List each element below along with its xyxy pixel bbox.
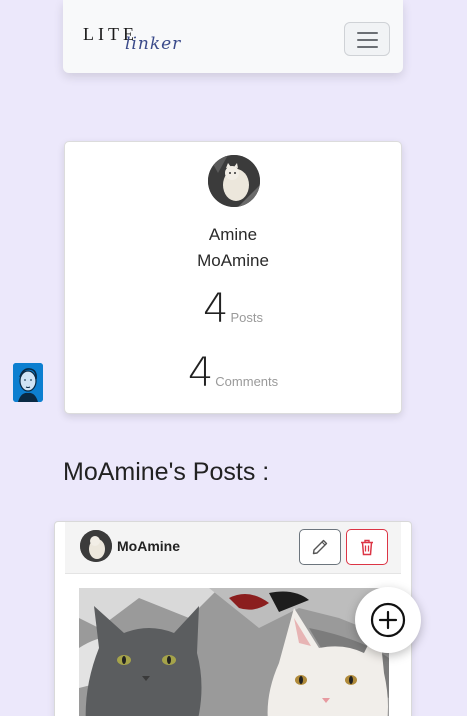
profile-first-name: Amine xyxy=(208,225,258,244)
pencil-icon xyxy=(312,539,328,555)
trash-icon xyxy=(361,539,373,556)
hamburger-line xyxy=(357,39,378,41)
hamburger-line xyxy=(357,46,378,48)
profile-avatar xyxy=(208,155,260,207)
profile-card: Amine MoAmine 4 Posts 4 Comments xyxy=(64,141,402,414)
comments-count: 4 xyxy=(187,350,214,396)
post-header: MoAmine xyxy=(65,522,401,574)
post-author-avatar[interactable] xyxy=(80,530,112,562)
hamburger-menu-icon xyxy=(357,32,378,34)
side-user-avatar[interactable] xyxy=(13,363,43,402)
post-author-name[interactable]: MoAmine xyxy=(117,538,180,554)
posts-section-title: MoAmine's Posts : xyxy=(63,458,270,486)
profile-username: MoAmine xyxy=(197,251,269,270)
navbar-toggler-button[interactable] xyxy=(344,22,390,56)
comments-stat: 4 Comments xyxy=(65,350,401,396)
delete-post-button[interactable] xyxy=(346,529,388,565)
post-image xyxy=(79,588,389,716)
posts-count: 4 xyxy=(203,286,229,332)
posts-stat: 4 Posts xyxy=(65,286,401,332)
edit-post-button[interactable] xyxy=(299,529,341,565)
add-post-button[interactable] xyxy=(355,587,421,653)
brand-logo[interactable]: LITE linker xyxy=(83,22,180,56)
navbar: LITE linker xyxy=(63,0,403,73)
brand-linker-text: linker xyxy=(125,34,182,54)
plus-circle-icon xyxy=(370,602,406,638)
comments-label: Comments xyxy=(215,374,279,389)
posts-label: Posts xyxy=(230,310,263,325)
